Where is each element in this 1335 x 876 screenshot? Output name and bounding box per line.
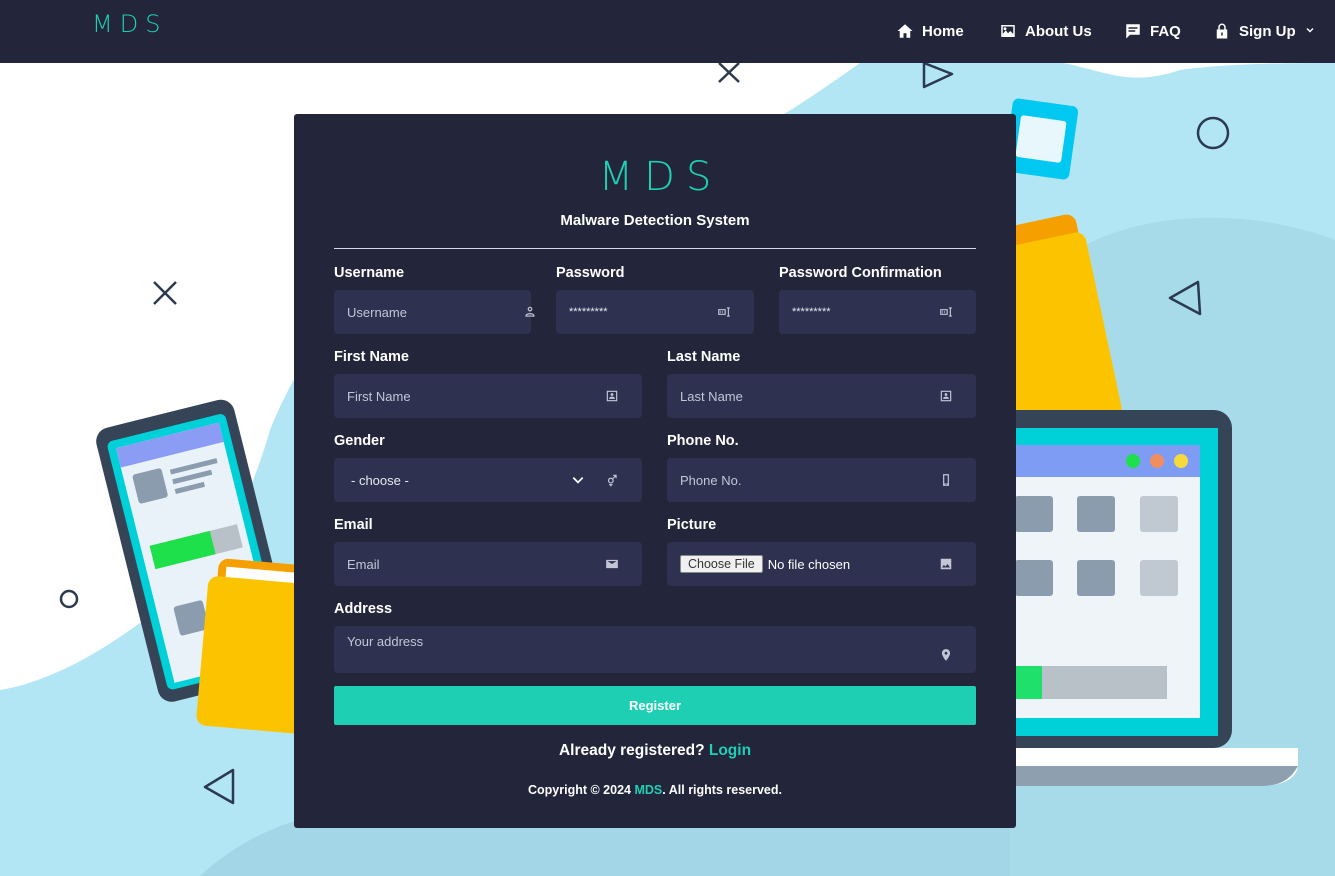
copyright-text: Copyright © 2024 MDS. All rights reserve… (294, 783, 1016, 797)
last-name-input[interactable] (680, 388, 939, 404)
copyright-suffix: . All rights reserved. (662, 783, 782, 797)
address-label: Address (334, 601, 393, 617)
first-name-label: First Name (334, 349, 409, 365)
registration-card: MDS Malware Detection System Username Pa… (294, 114, 1016, 828)
id-card-icon (605, 389, 619, 403)
username-input[interactable] (347, 304, 523, 320)
gender-icon (605, 473, 619, 487)
email-field[interactable] (334, 542, 642, 586)
picture-label: Picture (667, 517, 717, 533)
already-registered-text: Already registered? Login (294, 742, 1016, 760)
brand-logo[interactable]: MDS (92, 10, 167, 38)
phone-input[interactable] (680, 472, 939, 488)
nav-label-faq: FAQ (1150, 22, 1181, 40)
last-name-field[interactable] (667, 374, 976, 418)
mail-icon (605, 557, 619, 571)
password-input[interactable]: ********* (569, 306, 717, 318)
address-field[interactable]: Your address (334, 626, 976, 673)
already-registered-label: Already registered? (558, 742, 705, 759)
password-confirmation-input[interactable]: ********* (792, 306, 939, 318)
address-input[interactable]: Your address (347, 634, 939, 649)
nav-label-about: About Us (1025, 22, 1092, 40)
password-icon (939, 305, 953, 319)
gender-label: Gender (334, 433, 385, 449)
card-logo: MDS (598, 154, 723, 200)
nav-label-home: Home (922, 22, 964, 40)
phone-field[interactable] (667, 458, 976, 502)
nav-label-signup: Sign Up (1239, 22, 1296, 40)
phone-label: Phone No. (667, 433, 739, 449)
password-confirmation-field[interactable]: ********* (779, 290, 976, 334)
first-name-input[interactable] (347, 388, 605, 404)
picture-field[interactable]: Choose File No file chosen (667, 542, 976, 586)
password-field[interactable]: ********* (556, 290, 754, 334)
id-card-icon (939, 389, 953, 403)
image-icon (939, 557, 953, 571)
password-label: Password (556, 265, 625, 281)
image-icon (1001, 25, 1015, 37)
chevron-down-icon (571, 473, 585, 487)
copyright-prefix: Copyright © 2024 (528, 783, 631, 797)
email-input[interactable] (347, 556, 605, 572)
first-name-field[interactable] (334, 374, 642, 418)
username-label: Username (334, 265, 405, 281)
chevron-down-icon (1306, 28, 1314, 33)
nav-item-faq[interactable]: FAQ (1124, 20, 1181, 42)
lock-icon (1216, 23, 1228, 39)
login-link[interactable]: Login (709, 742, 751, 759)
copyright-brand: MDS (634, 783, 663, 797)
password-icon (717, 305, 731, 319)
user-icon (523, 305, 537, 319)
nav-item-about[interactable]: About Us (999, 20, 1092, 42)
gender-select[interactable]: - choose - (334, 458, 642, 502)
top-navbar: MDS Home About Us FAQ Sign Up (0, 0, 1335, 63)
home-icon (897, 24, 913, 38)
message-icon (1126, 24, 1140, 39)
card-subtitle: Malware Detection System (560, 212, 750, 229)
file-status-text: No file chosen (767, 556, 851, 572)
location-pin-icon (939, 648, 953, 662)
email-label: Email (334, 517, 373, 533)
nav-item-signup[interactable]: Sign Up (1213, 20, 1316, 42)
nav-item-home[interactable]: Home (896, 20, 964, 42)
last-name-label: Last Name (667, 349, 741, 365)
gender-selected-value: - choose - (351, 472, 409, 488)
password-confirmation-label: Password Confirmation (779, 265, 942, 281)
choose-file-button[interactable]: Choose File (680, 555, 763, 573)
divider (334, 248, 976, 249)
phone-icon (939, 473, 953, 487)
register-button[interactable]: Register (334, 686, 976, 725)
username-field[interactable] (334, 290, 535, 334)
